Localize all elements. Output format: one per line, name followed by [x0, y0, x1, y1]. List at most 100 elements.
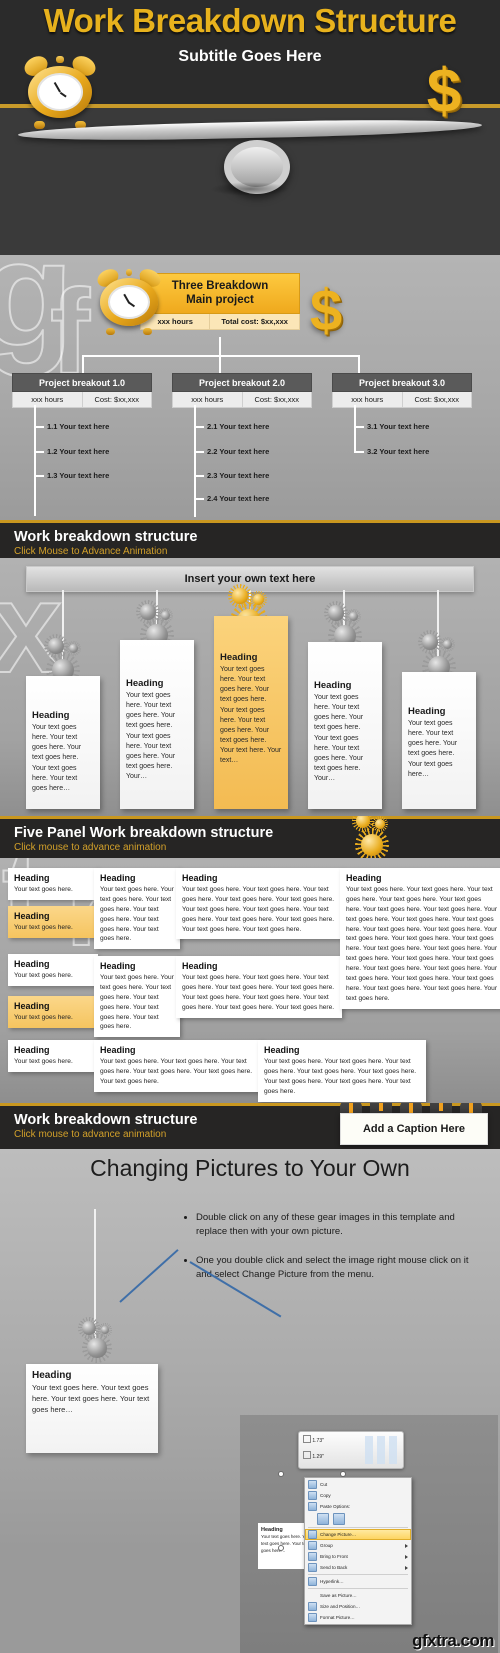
menu-item-size-and-position[interactable]: Size and Position… [305, 1601, 411, 1612]
paste-option-buttons[interactable] [305, 1512, 411, 1526]
card-heading: Heading [100, 961, 136, 971]
gear-icon [82, 1333, 112, 1363]
grid-card-left-5[interactable]: Heading Your text goes here. [8, 1040, 98, 1072]
connector [82, 355, 360, 357]
grid-card-left-3[interactable]: Heading Your text goes here. [8, 954, 98, 986]
card-heading: Heading [14, 873, 50, 883]
caption-placard[interactable]: Add a Caption Here [340, 1113, 488, 1145]
panel-card-5[interactable]: Heading Your text goes here. Your text g… [402, 672, 476, 809]
menu-separator [308, 1588, 408, 1589]
grid-card-col3-2[interactable]: Heading Your text goes here. Your text g… [176, 956, 342, 1018]
panel-card-1[interactable]: Heading Your text goes here. Your text g… [26, 676, 100, 809]
caption-band-2: Five Panel Work breakdown structure Clic… [0, 816, 500, 858]
page-title: Work Breakdown Structure [43, 2, 457, 39]
breakout-1-item: 1.2 Your text here [47, 447, 110, 456]
menu-item-copy[interactable]: Copy [305, 1490, 411, 1501]
menu-item-hyperlink[interactable]: Hyperlink… [305, 1576, 411, 1587]
card-body: Your text goes here. Your text goes here… [100, 1058, 253, 1085]
picture-icon [308, 1530, 317, 1539]
card-body: Your text goes here. Your text goes here… [100, 886, 174, 943]
submenu-arrow-icon [405, 1554, 408, 1559]
card-body: Your text goes here. Your text goes here… [346, 886, 498, 1002]
slide-content-grid: t r Heading Your text goes here. Heading… [0, 858, 500, 1103]
grid-card-col2-2[interactable]: Heading Your text goes here. Your text g… [94, 956, 180, 1038]
connector [194, 426, 204, 428]
grid-card-left-4[interactable]: Heading Your text goes here. [8, 996, 98, 1028]
caption-band-1: Work breakdown structure Click Mouse to … [0, 520, 500, 558]
watermark-letter-g: g [0, 255, 78, 378]
grid-card-col4-1[interactable]: Heading Your text goes here. Your text g… [340, 868, 500, 1009]
card-heading: Heading [182, 961, 218, 971]
card-body: Your text goes here. [14, 886, 73, 893]
menu-item-save-as-picture[interactable]: Save as Picture… [305, 1590, 411, 1601]
breakout-meta: xxx hours Cost: $xx,xxx [172, 392, 312, 408]
card-body: Your text goes here. Your text goes here… [264, 1058, 417, 1095]
card-body: Your text goes here. Your text goes here… [220, 666, 282, 765]
breakout-hours: xxx hours [333, 392, 403, 407]
menu-item-format-picture[interactable]: Format Picture… [305, 1612, 411, 1623]
breakout-meta: xxx hours Cost: $xx,xxx [332, 392, 472, 408]
connector [34, 405, 36, 516]
breakout-hours: xxx hours [173, 392, 243, 407]
card-heading: Heading [100, 873, 136, 883]
paste-picture-icon[interactable] [333, 1513, 345, 1525]
connector [194, 451, 204, 453]
card-heading: Heading [32, 1370, 72, 1381]
connector [194, 498, 204, 500]
toolbar-extra-buttons[interactable] [365, 1436, 399, 1464]
card-heading: Heading [264, 1045, 300, 1055]
grid-card-left-2[interactable]: Heading Your text goes here. [8, 906, 98, 938]
card-body: Your text goes here. [14, 924, 73, 931]
card-body: Your text goes here. Your text goes here… [408, 720, 458, 778]
breakout-cost: Cost: $xx,xxx [254, 395, 300, 404]
card-body: Your text goes here. [14, 972, 73, 979]
instruction-item: Double click on any of these gear images… [196, 1211, 482, 1240]
section-title: Changing Pictures to Your Own [90, 1155, 410, 1181]
submenu-arrow-icon [405, 1543, 408, 1548]
band-subtitle: Click mouse to advance animation [14, 842, 167, 853]
menu-item-paste-options[interactable]: Paste Options: [305, 1501, 411, 1512]
grid-card-left-1[interactable]: Heading Your text goes here. [8, 868, 98, 900]
connector [219, 355, 221, 373]
watermark-text: gfxtra.com [412, 1631, 494, 1650]
breakout-2-item: 2.2 Your text here [207, 447, 270, 456]
band-title: Work breakdown structure [14, 529, 198, 545]
context-menu[interactable]: Cut Copy Paste Options: Change Picture… … [304, 1477, 412, 1625]
breakout-cost: Cost: $xx,xxx [414, 395, 460, 404]
breakout-meta: xxx hours Cost: $xx,xxx [12, 392, 152, 408]
card-body: Your text goes here. Your text goes here… [32, 724, 82, 792]
sample-card[interactable]: Heading Your text goes here. Your text g… [26, 1364, 158, 1453]
panel-card-4[interactable]: Heading Your text goes here. Your text g… [308, 642, 382, 809]
size-toolbar[interactable]: 1.73" 1.29" [298, 1431, 404, 1469]
height-field[interactable]: 1.73" [303, 1435, 324, 1444]
breakout-1-item: 1.3 Your text here [47, 471, 110, 480]
menu-item-change-picture[interactable]: Change Picture… [305, 1529, 411, 1540]
grid-card-col2-1[interactable]: Heading Your text goes here. Your text g… [94, 868, 180, 950]
connector [82, 355, 84, 373]
menu-item-cut[interactable]: Cut [305, 1479, 411, 1490]
grid-card-col3-3[interactable]: Heading Your text goes here. Your text g… [258, 1040, 426, 1102]
paste-keep-formatting-icon[interactable] [317, 1513, 329, 1525]
paste-icon [308, 1502, 317, 1511]
grid-card-col3-1[interactable]: Heading Your text goes here. Your text g… [176, 868, 342, 940]
selection-handle[interactable] [278, 1471, 284, 1477]
card-body: Your text goes here. Your text goes here… [32, 1383, 150, 1414]
menu-item-group[interactable]: Group [305, 1540, 411, 1551]
panel-card-2[interactable]: Heading Your text goes here. Your text g… [120, 640, 194, 809]
menu-item-send-to-back[interactable]: Send to Back [305, 1562, 411, 1573]
hyperlink-icon [308, 1577, 317, 1586]
card-heading: Heading [182, 873, 218, 883]
slide-wbs-tree: g f Three Breakdown Main project xxx hou… [0, 255, 500, 520]
scissors-icon [308, 1480, 317, 1489]
width-field[interactable]: 1.29" [303, 1451, 324, 1460]
connector [354, 426, 364, 428]
format-picture-icon [308, 1613, 317, 1622]
grid-card-col2-3[interactable]: Heading Your text goes here. Your text g… [94, 1040, 262, 1092]
panel-card-3[interactable]: Heading Your text goes here. Your text g… [214, 616, 288, 809]
breakout-title: Project breakout 2.0 [172, 373, 312, 392]
selection-handle[interactable] [278, 1545, 284, 1551]
copy-icon [308, 1491, 317, 1500]
card-body: Your text goes here. Your text goes here… [182, 974, 335, 1011]
menu-item-bring-to-front[interactable]: Bring to Front [305, 1551, 411, 1562]
alarm-clock-icon [21, 52, 99, 129]
